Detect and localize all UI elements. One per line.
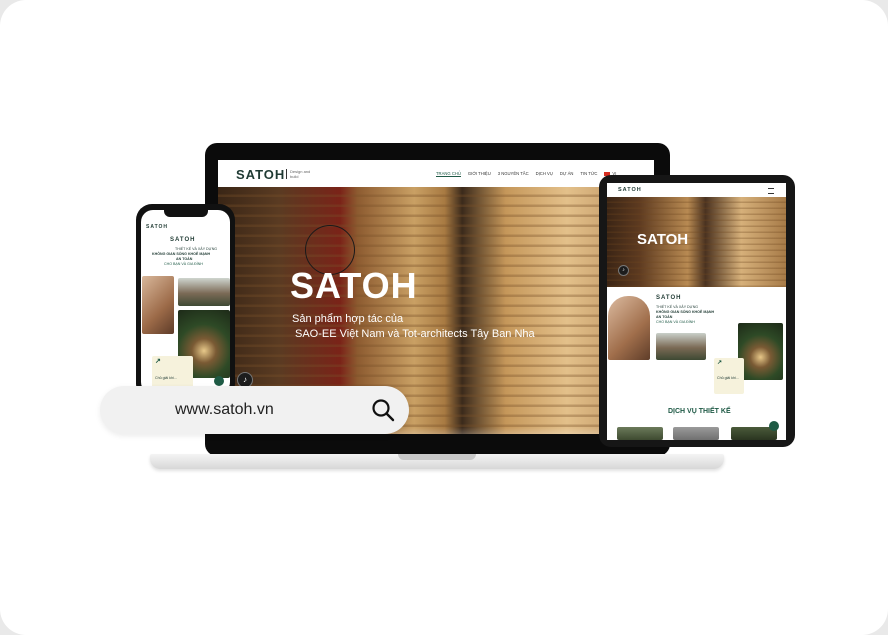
tablet-arrow-icon: ↗ (717, 360, 723, 366)
url-search-bar[interactable]: www.satoh.vn (100, 386, 409, 434)
nav-item-home[interactable]: TRANG CHỦ (436, 171, 461, 177)
phone-headline-1: THIẾT KẾ VÀ XÂY DỰNG (175, 247, 218, 251)
nav-item-about[interactable]: GIỚI THIỆU (468, 171, 491, 177)
site-logo[interactable]: SATOH (236, 167, 285, 182)
nav-item-principles[interactable]: 3 NGUYÊN TẮC (498, 171, 529, 177)
tablet-garden-image (738, 323, 783, 380)
interior-image (142, 276, 174, 334)
phone-headline-4: CHO BẠN VÀ GIA ĐÌNH (164, 262, 203, 266)
tablet-music-icon[interactable]: ♪ (618, 265, 629, 276)
hero-title: SATOH (290, 265, 418, 306)
tablet-section-logo: SATOH (656, 295, 682, 301)
logo-tagline: Design and build (286, 169, 312, 179)
tablet-house-image (656, 333, 706, 360)
tablet-headline-1: THIẾT KẾ VÀ XÂY DỰNG (656, 305, 699, 309)
service-image-1 (617, 427, 663, 440)
phone-card-label: Chủ giải khi... (155, 376, 177, 380)
nav-item-projects[interactable]: DỰ ÁN (560, 171, 574, 177)
tablet-card-label: Chủ giải khi... (717, 376, 739, 380)
chat-icon[interactable] (214, 376, 224, 386)
nav-menu: TRANG CHỦ GIỚI THIỆU 3 NGUYÊN TẮC DỊCH V… (436, 171, 616, 177)
house-image (178, 278, 230, 306)
tablet-screen: SATOH SATOH ♪ SATOH THIẾT KẾ VÀ XÂY DỰNG… (607, 183, 786, 440)
tablet-hero: SATOH (607, 197, 786, 287)
phone-screen: SATOH SATOH THIẾT KẾ VÀ XÂY DỰNG KHÔNG G… (141, 210, 230, 394)
phone-headline-2: KHÔNG GIAN SỐNG KHOẺ MẠNH (152, 252, 211, 256)
phone-headline-3: AN TOÀN (176, 257, 193, 261)
nav-item-services[interactable]: DỊCH VỤ (536, 171, 553, 177)
phone-notch (164, 210, 208, 217)
nav-item-news[interactable]: TIN TỨC (580, 171, 597, 177)
tablet-section-title: DỊCH VỤ THIẾT KẾ (668, 408, 731, 415)
tablet-logo[interactable]: SATOH (618, 187, 642, 193)
tablet-headline-4: CHO BẠN VÀ GIA ĐÌNH (656, 320, 695, 324)
tablet-interior-image (608, 296, 650, 360)
phone-logo[interactable]: SATOH (146, 224, 168, 230)
tablet-headline-2: KHÔNG GIAN SỐNG KHOẺ MẠNH (656, 310, 715, 314)
menu-icon[interactable] (768, 188, 774, 194)
service-image-2 (673, 427, 719, 440)
url-text: www.satoh.vn (175, 401, 274, 418)
arrow-up-right-icon: ↗ (155, 358, 161, 365)
laptop-hinge (398, 454, 476, 460)
tablet-chat-icon[interactable] (769, 421, 779, 431)
phone-section-logo: SATOH (170, 237, 196, 243)
search-icon[interactable] (370, 397, 396, 423)
tablet-headline-3: AN TOÀN (656, 315, 673, 319)
hero-subtitle: Sản phẩm hợp tác của SAO-EE Việt Nam và … (292, 313, 535, 340)
tablet-hero-title: SATOH (637, 231, 689, 248)
site-navbar: SATOH Design and build TRANG CHỦ GIỚI TH… (218, 160, 654, 187)
